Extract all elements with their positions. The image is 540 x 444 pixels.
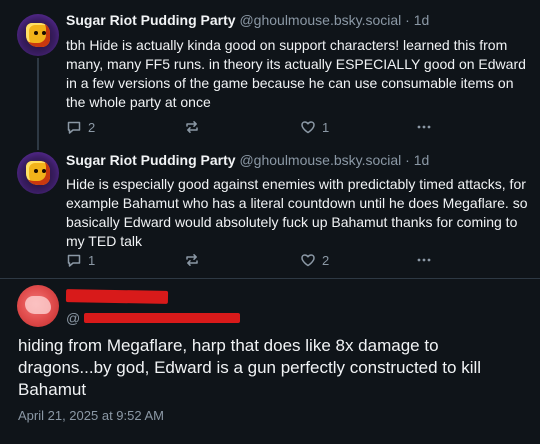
ellipsis-icon: [416, 119, 432, 135]
display-name[interactable]: Sugar Riot Pudding Party: [66, 152, 236, 168]
avatar-redacted[interactable]: [17, 285, 59, 327]
post-date[interactable]: April 21, 2025 at 9:52 AM: [18, 408, 164, 423]
thread-post[interactable]: Sugar Riot Pudding Party @ghoulmouse.bsk…: [0, 0, 540, 148]
post-actions: 1 2: [66, 251, 446, 269]
reply-count: 2: [88, 119, 96, 135]
redacted-display-name: [65, 289, 169, 304]
separator-dot: ·: [405, 152, 410, 168]
divider: [0, 278, 540, 279]
redaction-scribble: [25, 296, 51, 314]
separator-dot: ·: [405, 12, 410, 28]
handle[interactable]: @ghoulmouse.bsky.social: [239, 12, 401, 28]
ellipsis-icon: [416, 252, 432, 268]
like-button[interactable]: 1: [300, 118, 329, 136]
avatar[interactable]: [17, 152, 59, 194]
handle[interactable]: @ghoulmouse.bsky.social: [239, 152, 401, 168]
post-header: Sugar Riot Pudding Party @ghoulmouse.bsk…: [66, 12, 429, 28]
speech-bubble-icon: [66, 119, 82, 135]
thread-post[interactable]: Sugar Riot Pudding Party @ghoulmouse.bsk…: [0, 140, 540, 278]
post-text: tbh Hide is actually kinda good on suppo…: [66, 37, 526, 110]
redacted-handle: [84, 313, 240, 323]
avatar-eye: [34, 31, 38, 35]
avatar-eye: [34, 169, 38, 173]
pixel-creature-icon: [26, 161, 50, 185]
repost-arrows-icon: [184, 252, 200, 268]
avatar[interactable]: [17, 14, 59, 56]
more-options-button[interactable]: [416, 118, 432, 136]
display-name[interactable]: Sugar Riot Pudding Party: [66, 12, 236, 28]
post-header: Sugar Riot Pudding Party @ghoulmouse.bsk…: [66, 152, 429, 168]
reply-button[interactable]: 2: [66, 118, 95, 136]
main-post-text: hiding from Megaflare, harp that does li…: [18, 336, 482, 399]
like-count: 2: [322, 252, 330, 268]
handle-prefix: @: [66, 310, 81, 326]
like-count: 1: [322, 119, 330, 135]
timestamp[interactable]: 1d: [414, 152, 430, 168]
repost-button[interactable]: [184, 251, 206, 269]
reply-count: 1: [88, 252, 96, 268]
avatar-eye: [42, 169, 46, 173]
like-button[interactable]: 2: [300, 251, 329, 269]
post-text: Hide is especially good against enemies …: [66, 176, 528, 249]
repost-arrows-icon: [184, 119, 200, 135]
heart-icon: [300, 119, 316, 135]
pixel-creature-icon: [26, 23, 50, 47]
speech-bubble-icon: [66, 252, 82, 268]
avatar-eye: [42, 31, 46, 35]
more-options-button[interactable]: [416, 251, 432, 269]
repost-button[interactable]: [184, 118, 206, 136]
reply-button[interactable]: 1: [66, 251, 95, 269]
timestamp[interactable]: 1d: [414, 12, 430, 28]
heart-icon: [300, 252, 316, 268]
post-actions: 2 1: [66, 118, 446, 136]
